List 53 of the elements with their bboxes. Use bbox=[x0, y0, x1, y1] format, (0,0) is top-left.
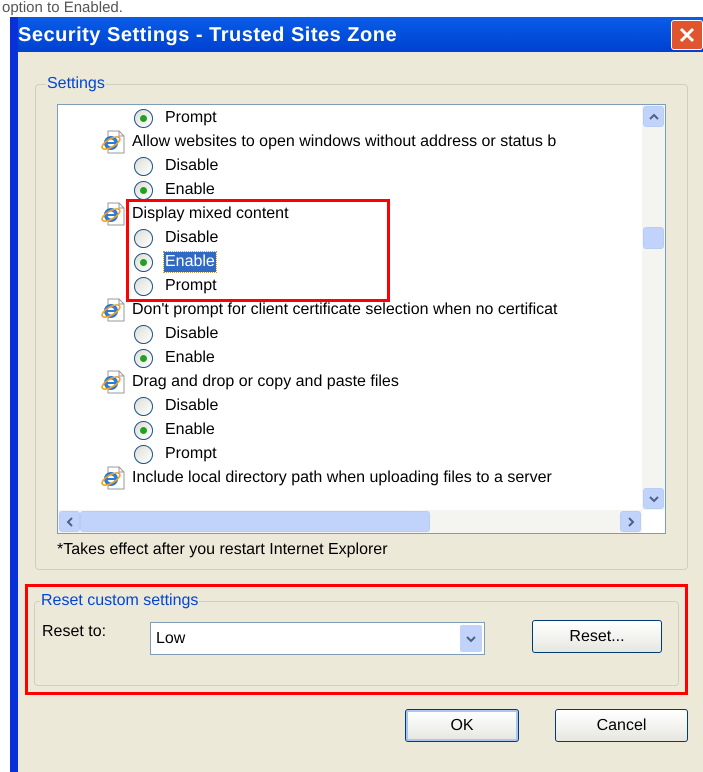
vertical-scrollbar[interactable] bbox=[642, 105, 665, 510]
option-label[interactable]: Prompt bbox=[164, 276, 218, 296]
reset-button[interactable]: Reset... bbox=[532, 620, 662, 653]
chevron-down-icon bbox=[465, 634, 477, 644]
option-label[interactable]: Enable bbox=[164, 348, 216, 368]
browser-page-icon bbox=[100, 298, 126, 322]
option-label[interactable]: Enable bbox=[164, 180, 216, 200]
window-title: Security Settings - Trusted Sites Zone bbox=[18, 22, 398, 48]
radio-button[interactable] bbox=[134, 348, 153, 368]
option-label[interactable]: Enable bbox=[164, 252, 216, 272]
restart-note: *Takes effect after you restart Internet Explorer bbox=[57, 540, 389, 560]
scroll-thumb[interactable] bbox=[643, 227, 664, 249]
option-label[interactable]: Disable bbox=[164, 228, 220, 248]
radio-button[interactable] bbox=[134, 420, 153, 440]
group-label: Reset custom settings bbox=[40, 591, 200, 611]
scroll-thumb[interactable] bbox=[80, 511, 430, 532]
dialog-button[interactable]: OK bbox=[405, 709, 519, 742]
scroll-right-button[interactable] bbox=[620, 511, 641, 532]
radio-button[interactable] bbox=[134, 324, 153, 344]
browser-page-icon bbox=[100, 130, 126, 154]
reset-to-label: Reset to: bbox=[42, 622, 108, 642]
radio-button[interactable] bbox=[134, 396, 153, 416]
setting-heading: Display mixed content bbox=[132, 204, 289, 224]
radio-button[interactable] bbox=[134, 276, 153, 296]
dialog-button[interactable]: Cancel bbox=[555, 709, 688, 742]
radio-button[interactable] bbox=[134, 180, 153, 200]
scroll-down-button[interactable] bbox=[643, 488, 664, 509]
scroll-up-button[interactable] bbox=[643, 106, 664, 127]
radio-button[interactable] bbox=[134, 108, 153, 128]
setting-heading: Include local directory path when uploading files to a server bbox=[132, 468, 552, 488]
browser-page-icon bbox=[100, 202, 126, 226]
radio-button[interactable] bbox=[134, 228, 153, 248]
caption-text: option to Enabled. bbox=[1, 0, 124, 17]
option-label[interactable]: Enable bbox=[164, 420, 216, 440]
radio-button[interactable] bbox=[134, 444, 153, 464]
option-label[interactable]: Prompt bbox=[164, 108, 218, 128]
option-label[interactable]: Disable bbox=[164, 324, 220, 344]
close-icon bbox=[679, 26, 695, 42]
option-label[interactable]: Prompt bbox=[164, 444, 218, 464]
setting-heading: Drag and drop or copy and paste files bbox=[132, 372, 399, 392]
browser-page-icon bbox=[100, 370, 126, 394]
setting-heading: Allow websites to open windows without address or status b bbox=[132, 132, 556, 152]
browser-page-icon bbox=[100, 466, 126, 490]
option-label[interactable]: Disable bbox=[164, 156, 220, 176]
setting-heading: Don't prompt for client certificate selection when no certificat bbox=[132, 300, 558, 320]
reset-level-dropdown[interactable]: Low bbox=[150, 622, 485, 655]
close-button[interactable] bbox=[671, 20, 703, 50]
radio-button[interactable] bbox=[134, 252, 153, 272]
horizontal-scrollbar[interactable] bbox=[58, 510, 642, 533]
scroll-left-button[interactable] bbox=[59, 511, 80, 532]
group-label: Settings bbox=[46, 74, 106, 94]
radio-button[interactable] bbox=[134, 156, 153, 176]
option-label[interactable]: Disable bbox=[164, 396, 220, 416]
